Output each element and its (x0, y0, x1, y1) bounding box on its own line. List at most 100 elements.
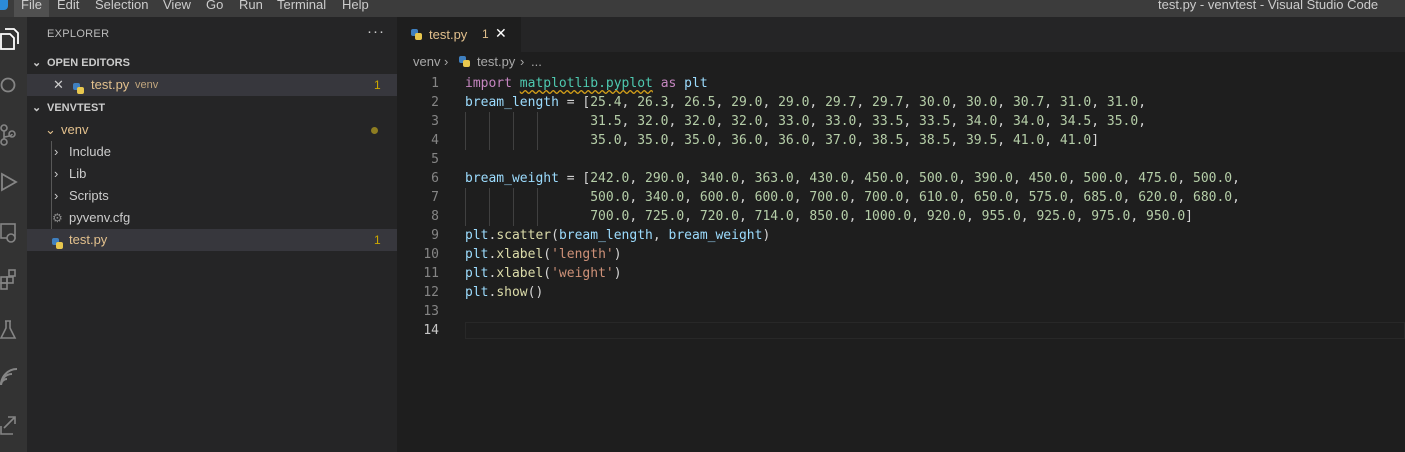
code-line[interactable]: 9 plt.scatter(bream_length, bream_weight) (397, 226, 1405, 245)
workspace-header[interactable]: ⌄ VENVTEST (27, 97, 397, 119)
code-line[interactable]: 7 500.0, 340.0, 600.0, 600.0, 700.0, 700… (397, 188, 1405, 207)
code-line[interactable]: 13 (397, 302, 1405, 321)
code-line[interactable]: 3 31.5, 32.0, 32.0, 32.0, 33.0, 33.0, 33… (397, 112, 1405, 131)
menu-go[interactable]: Go (199, 0, 230, 17)
remote-explorer-icon[interactable] (0, 218, 27, 248)
code-line[interactable]: 10 plt.xlabel('length') (397, 245, 1405, 264)
sidebar-title: EXPLORER (47, 28, 110, 40)
extensions-icon[interactable] (0, 264, 27, 294)
indent-guide (465, 131, 466, 150)
code-text: bream_weight = [242.0, 290.0, 340.0, 363… (465, 171, 1240, 186)
python-icon (73, 83, 84, 94)
chevron-right-icon: › (54, 166, 59, 181)
code-text: plt.scatter(bream_length, bream_weight) (465, 228, 771, 243)
code-editor[interactable]: 1 import matplotlib.pyplot as plt 2 bream_l… (397, 72, 1405, 452)
menu-file[interactable]: File (14, 0, 49, 17)
chevron-right-icon: › (520, 54, 525, 69)
line-number: 7 (431, 190, 439, 205)
more-actions-icon[interactable]: ··· (367, 23, 385, 40)
code-text: import matplotlib.pyplot as plt (465, 76, 708, 91)
line-number: 1 (431, 76, 439, 91)
close-icon[interactable]: ✕ (53, 74, 64, 96)
line-number: 8 (431, 209, 439, 224)
tree-item-test-py[interactable]: test.py 1 (27, 229, 397, 251)
indent-guide (489, 188, 490, 207)
code-line[interactable]: 12 plt.show() (397, 283, 1405, 302)
menu-edit[interactable]: Edit (50, 0, 86, 17)
tree-item-lib[interactable]: › Lib (27, 163, 397, 185)
code-text: 500.0, 340.0, 600.0, 600.0, 700.0, 700.0… (590, 190, 1240, 205)
breadcrumb-venv[interactable]: venv (413, 54, 440, 69)
testing-icon[interactable] (0, 315, 27, 345)
indent-guide (513, 188, 514, 207)
live-share-icon[interactable] (0, 362, 27, 392)
code-line[interactable]: 14 (397, 321, 1405, 340)
indent-guide (513, 207, 514, 226)
line-number: 5 (431, 152, 439, 167)
chevron-down-icon: ⌄ (32, 102, 42, 114)
breadcrumb-file[interactable]: test.py (477, 54, 515, 69)
menu-terminal[interactable]: Terminal (270, 0, 333, 17)
python-icon (52, 238, 63, 249)
editor-tabs: test.py 1 ✕ (397, 17, 1405, 52)
code-line[interactable]: 8 700.0, 725.0, 720.0, 714.0, 850.0, 100… (397, 207, 1405, 226)
search-icon[interactable] (0, 71, 27, 101)
indent-guide (489, 207, 490, 226)
problems-badge: 1 (374, 233, 381, 247)
tab-test-py[interactable]: test.py 1 ✕ (397, 17, 521, 52)
indent-guide (513, 112, 514, 131)
menu-view[interactable]: View (156, 0, 198, 17)
tree-item-pyvenv-cfg[interactable]: ⚙ pyvenv.cfg (27, 207, 397, 229)
code-line[interactable]: 11 plt.xlabel('weight') (397, 264, 1405, 283)
menu-help[interactable]: Help (335, 0, 376, 17)
tree-item-venv[interactable]: ⌄ venv (27, 119, 397, 141)
indent-guide (537, 188, 538, 207)
source-control-icon[interactable] (0, 119, 27, 149)
open-editors-header[interactable]: ⌄ OPEN EDITORS (27, 52, 397, 74)
indent-guide (537, 112, 538, 131)
tree-item-scripts[interactable]: › Scripts (27, 185, 397, 207)
title-bar: File Edit Selection View Go Run Terminal… (0, 0, 1405, 17)
code-line[interactable]: 5 (397, 150, 1405, 169)
problems-badge: 1 (374, 78, 381, 92)
code-line[interactable]: 6 bream_weight = [242.0, 290.0, 340.0, 36… (397, 169, 1405, 188)
indent-guide (513, 131, 514, 150)
open-editor-filename: test.py (91, 77, 130, 92)
line-number: 13 (423, 304, 439, 319)
line-number: 6 (431, 171, 439, 186)
tree-item-label: Lib (69, 166, 87, 181)
explorer-icon[interactable] (0, 24, 27, 54)
indent-guide (465, 188, 466, 207)
open-editor-item[interactable]: ✕ test.py venv 1 (27, 74, 397, 96)
python-icon (411, 29, 422, 40)
breadcrumb-symbols[interactable]: ... (531, 54, 542, 69)
indent-guide (465, 207, 466, 226)
code-text: 700.0, 725.0, 720.0, 714.0, 850.0, 1000.… (590, 209, 1193, 224)
chevron-right-icon: › (54, 188, 59, 203)
menu-selection[interactable]: Selection (88, 0, 155, 17)
share-icon[interactable] (0, 409, 27, 439)
tab-problems-count: 1 (482, 27, 489, 41)
modified-dot (371, 127, 378, 134)
code-line[interactable]: 1 import matplotlib.pyplot as plt (397, 74, 1405, 93)
code-text: 31.5, 32.0, 32.0, 32.0, 33.0, 33.0, 33.5… (590, 114, 1147, 129)
menu-run[interactable]: Run (232, 0, 270, 17)
code-line[interactable]: 4 35.0, 35.0, 35.0, 36.0, 36.0, 37.0, 38… (397, 131, 1405, 150)
indent-guide (537, 207, 538, 226)
chevron-right-icon: › (444, 54, 449, 69)
indent-guide (489, 112, 490, 131)
tree-item-include[interactable]: › Include (27, 141, 397, 163)
code-text: plt.show() (465, 285, 544, 300)
tab-label: test.py (429, 27, 468, 42)
window-title: test.py - venvtest - Visual Studio Code (1158, 0, 1379, 12)
code-text: plt.xlabel('weight') (465, 266, 622, 281)
line-number: 2 (431, 95, 439, 110)
activity-bar (0, 17, 27, 452)
tree-item-label: Scripts (69, 188, 109, 203)
close-icon[interactable]: ✕ (495, 25, 507, 42)
tree-item-label: test.py (69, 232, 108, 247)
code-text: bream_length = [25.4, 26.3, 26.5, 29.0, … (465, 95, 1147, 110)
run-debug-icon[interactable] (0, 167, 27, 197)
code-line[interactable]: 2 bream_length = [25.4, 26.3, 26.5, 29.0,… (397, 93, 1405, 112)
tree-item-label: pyvenv.cfg (69, 210, 131, 225)
